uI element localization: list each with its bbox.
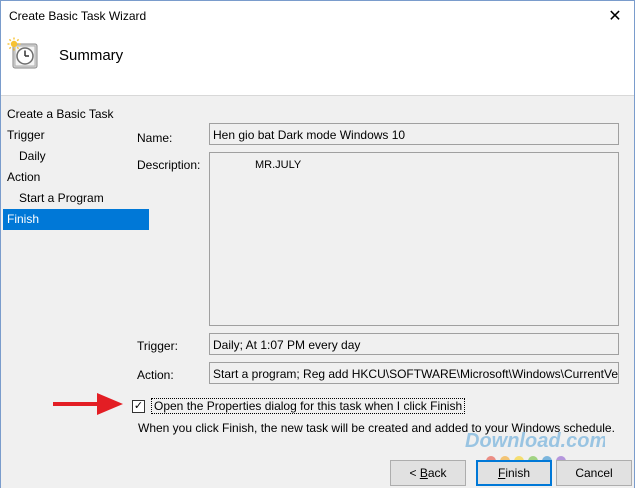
step-action[interactable]: Action: [3, 167, 149, 188]
window-title: Create Basic Task Wizard: [9, 9, 147, 23]
page-heading: Summary: [59, 47, 124, 64]
action-field: Start a program; Reg add HKCU\SOFTWARE\M…: [209, 362, 619, 384]
step-list: Create a Basic Task Trigger Daily Action…: [3, 104, 149, 230]
name-label: Name:: [137, 131, 173, 145]
name-value: Hen gio bat Dark mode Windows 10: [213, 128, 406, 142]
finish-info-text: When you click Finish, the new task will…: [138, 421, 615, 435]
open-properties-checkbox[interactable]: ✓: [132, 399, 145, 413]
step-daily[interactable]: Daily: [3, 146, 149, 167]
step-create-basic-task[interactable]: Create a Basic Task: [3, 104, 149, 125]
name-field: Hen gio bat Dark mode Windows 10: [209, 123, 619, 145]
open-properties-label[interactable]: Open the Properties dialog for this task…: [151, 398, 466, 414]
close-icon: ✕: [608, 8, 622, 25]
trigger-label: Trigger:: [137, 339, 178, 353]
description-field: MR.JULY: [209, 152, 619, 326]
task-scheduler-clock-icon: [7, 37, 38, 69]
step-finish[interactable]: Finish: [3, 209, 149, 230]
step-start-a-program[interactable]: Start a Program: [3, 188, 149, 209]
open-properties-option[interactable]: ✓ Open the Properties dialog for this ta…: [132, 398, 466, 414]
wizard-body: Create a Basic Task Trigger Daily Action…: [1, 95, 635, 488]
description-value: MR.JULY: [255, 159, 302, 171]
cancel-button[interactable]: Cancel: [556, 460, 632, 486]
close-button[interactable]: ✕: [602, 3, 628, 29]
finish-button[interactable]: Finish: [476, 460, 552, 486]
wizard-header: Summary: [1, 31, 634, 95]
action-value: Start a program; Reg add HKCU\SOFTWARE\M…: [213, 367, 619, 381]
step-trigger[interactable]: Trigger: [3, 125, 149, 146]
trigger-field: Daily; At 1:07 PM every day: [209, 333, 619, 355]
action-label: Action:: [137, 368, 174, 382]
wizard-window: Create Basic Task Wizard ✕ Summary Creat…: [0, 0, 635, 488]
trigger-value: Daily; At 1:07 PM every day: [213, 338, 361, 352]
back-button[interactable]: < Back: [390, 460, 466, 486]
title-bar[interactable]: Create Basic Task Wizard ✕: [1, 1, 634, 31]
red-arrow-annotation: [53, 393, 123, 415]
description-label: Description:: [137, 158, 201, 172]
